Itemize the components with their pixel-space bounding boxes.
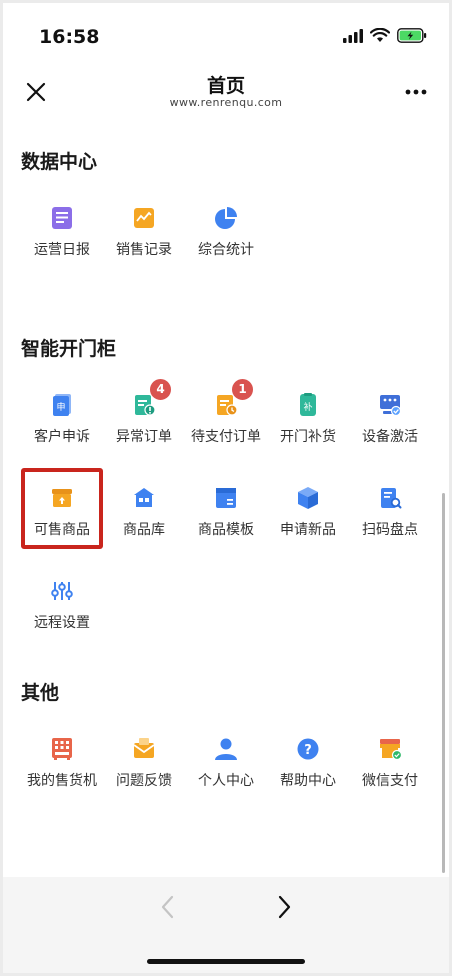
grid-label: 微信支付 bbox=[362, 773, 418, 789]
scrollbar[interactable] bbox=[442, 493, 445, 873]
help-icon: ? bbox=[297, 738, 319, 760]
goods-template-icon bbox=[216, 488, 236, 508]
grid-item-abnormal-order[interactable]: 4 异常订单 bbox=[103, 378, 185, 472]
grid-item-feedback[interactable]: 问题反馈 bbox=[103, 736, 185, 816]
svg-text:补: 补 bbox=[303, 401, 312, 413]
grid-item-customer-complaint[interactable]: 申 客户申诉 bbox=[21, 392, 103, 472]
vending-machine-icon bbox=[52, 738, 72, 760]
forward-arrow-icon[interactable] bbox=[271, 891, 297, 923]
wifi-icon bbox=[370, 28, 390, 42]
remote-settings-icon bbox=[51, 582, 73, 600]
home-indicator[interactable] bbox=[147, 959, 305, 964]
goods-library-icon bbox=[134, 488, 154, 507]
grid-label: 综合统计 bbox=[198, 242, 254, 258]
grid-item-device-activation[interactable]: 设备激活 bbox=[349, 392, 431, 472]
grid-item-open-door-restock[interactable]: 补 开门补货 bbox=[267, 392, 349, 472]
new-goods-icon bbox=[298, 487, 318, 509]
section-title-other: 其他 bbox=[21, 682, 60, 704]
grid-item-remote-settings[interactable]: 远程设置 bbox=[21, 578, 103, 658]
battery-icon bbox=[397, 28, 427, 43]
nav-bar: 首页 www.renrenqu.com bbox=[3, 65, 449, 125]
scan-inventory-icon bbox=[381, 488, 402, 509]
svg-text:?: ? bbox=[304, 743, 312, 758]
restock-icon: 补 bbox=[300, 393, 316, 416]
wechat-pay-icon bbox=[380, 739, 403, 761]
grid-label: 设备激活 bbox=[362, 429, 418, 445]
more-icon[interactable] bbox=[403, 79, 429, 105]
grid-item-operation-report[interactable]: 运营日报 bbox=[21, 205, 103, 285]
user-icon bbox=[215, 738, 237, 760]
sellable-goods-icon bbox=[52, 489, 72, 507]
grid-item-help-center[interactable]: ? 帮助中心 bbox=[267, 736, 349, 816]
svg-text:申: 申 bbox=[56, 401, 65, 413]
back-arrow-icon[interactable] bbox=[155, 891, 181, 923]
grid-item-personal-center[interactable]: 个人中心 bbox=[185, 736, 267, 816]
device-activate-icon bbox=[380, 395, 402, 417]
report-icon bbox=[52, 207, 72, 229]
grid-item-sales-record[interactable]: 销售记录 bbox=[103, 205, 185, 285]
main-content: 数据中心 运营日报 销售记录 综合统计 智能开门柜 申 客户申诉 4 异常订单 … bbox=[3, 125, 449, 877]
grid-label: 扫码盘点 bbox=[362, 522, 418, 538]
section-title-data-center: 数据中心 bbox=[21, 151, 98, 173]
notification-badge: 4 bbox=[149, 378, 172, 401]
grid-item-goods-template[interactable]: 商品模板 bbox=[185, 485, 267, 565]
feedback-icon bbox=[133, 738, 155, 758]
grid-item-pending-payment-order[interactable]: 1 待支付订单 bbox=[185, 378, 267, 472]
grid-item-my-vending-machine[interactable]: 我的售货机 bbox=[21, 736, 103, 816]
status-time: 16:58 bbox=[39, 26, 100, 48]
grid-item-scan-inventory[interactable]: 扫码盘点 bbox=[349, 485, 431, 565]
grid-item-goods-library[interactable]: 商品库 bbox=[103, 485, 185, 565]
notification-badge: 1 bbox=[231, 378, 254, 401]
page-title: 首页 bbox=[206, 75, 245, 97]
page-url: www.renrenqu.com bbox=[169, 96, 283, 109]
grid-item-sellable-goods[interactable]: 可售商品 bbox=[21, 485, 103, 565]
grid-item-overall-statistics[interactable]: 综合统计 bbox=[185, 205, 267, 285]
grid-label: 远程设置 bbox=[34, 615, 90, 631]
bottom-toolbar bbox=[3, 877, 449, 973]
grid-item-apply-new-goods[interactable]: 申请新品 bbox=[267, 485, 349, 565]
complaint-icon: 申 bbox=[53, 394, 71, 416]
status-bar: 16:58 bbox=[3, 3, 449, 65]
grid-item-wechat-pay[interactable]: 微信支付 bbox=[349, 736, 431, 816]
signal-icon bbox=[343, 28, 363, 43]
section-title-smart-cabinet: 智能开门柜 bbox=[21, 338, 117, 360]
phone-screen: 16:58 首页 www.renrenqu.com 数据中心 运营日报 销售记录… bbox=[3, 3, 449, 973]
status-icons bbox=[343, 28, 427, 43]
pie-chart-icon bbox=[215, 207, 237, 229]
sales-record-icon bbox=[134, 208, 154, 228]
